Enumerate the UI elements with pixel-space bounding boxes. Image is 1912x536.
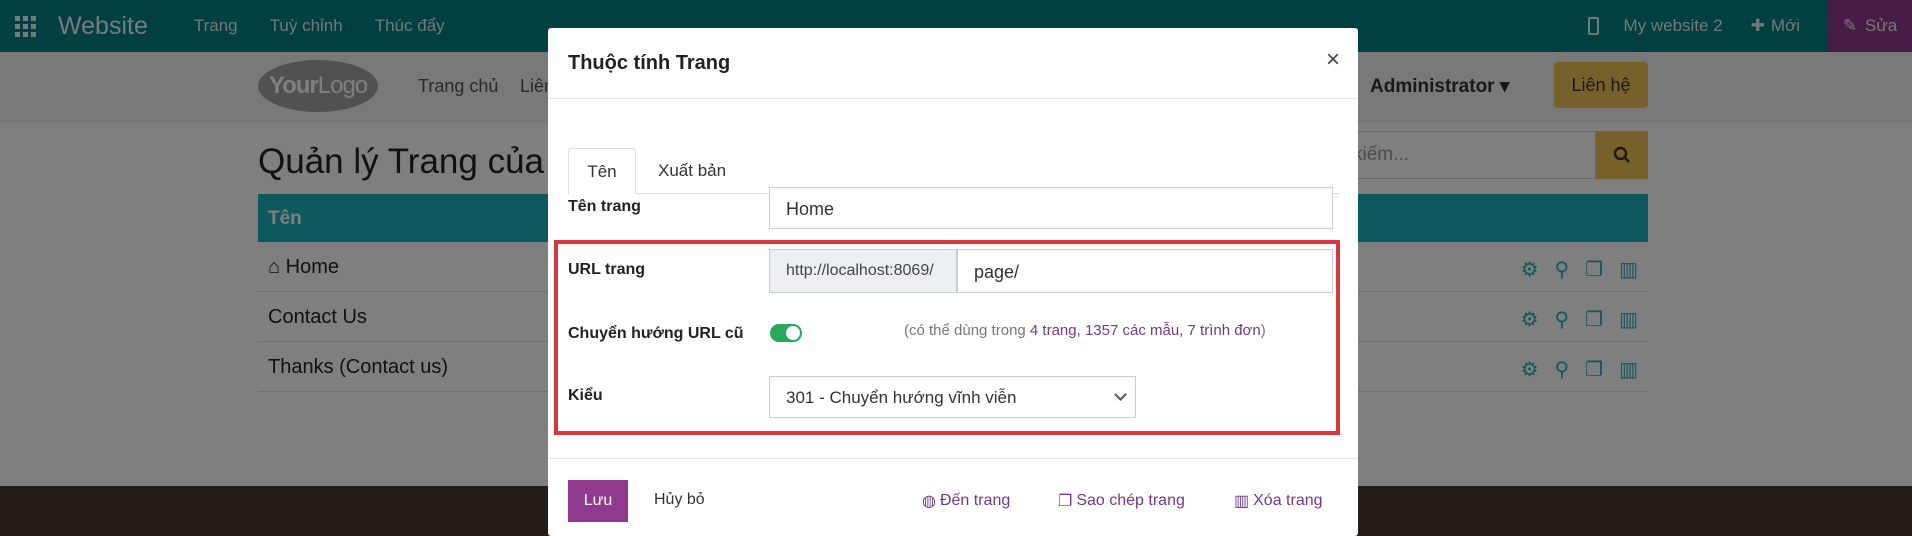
- clone-icon: ❐: [1058, 493, 1073, 510]
- url-prefix: http://localhost:8069/: [769, 249, 957, 293]
- clone-page-link[interactable]: ❐ Sao chép trang: [1058, 491, 1185, 511]
- tab-publish[interactable]: Xuất bản: [636, 148, 748, 195]
- page-name-field[interactable]: Home: [769, 187, 1333, 229]
- dialog-footer-divider: [548, 458, 1358, 459]
- type-label: Kiểu: [568, 387, 603, 404]
- url-label: URL trang: [568, 261, 646, 278]
- redirect-usage-note: (có thể dùng trong 4 trang, 1357 các mẫu…: [904, 322, 1266, 339]
- trash-icon: ▥: [1234, 493, 1250, 510]
- page-properties-dialog: Thuộc tính Trang × Tên Xuất bản Tên tran…: [548, 28, 1358, 536]
- delete-page-link[interactable]: ▥ Xóa trang: [1234, 491, 1323, 511]
- dialog-tabs: Tên Xuất bản: [568, 120, 1340, 195]
- url-field[interactable]: page/: [957, 249, 1333, 293]
- save-button[interactable]: Lưu: [568, 480, 628, 522]
- dialog-title: Thuộc tính Trang: [568, 52, 731, 74]
- redirect-toggle[interactable]: [770, 324, 802, 342]
- globe-icon: ◍: [922, 493, 936, 510]
- close-icon[interactable]: ×: [1326, 46, 1340, 74]
- chevron-down-icon: [1114, 388, 1127, 401]
- goto-page-link[interactable]: ◍ Đến trang: [922, 491, 1010, 511]
- tab-name[interactable]: Tên: [568, 148, 636, 195]
- cancel-button[interactable]: Hủy bỏ: [654, 491, 705, 509]
- page-name-label: Tên trang: [568, 198, 641, 215]
- redirect-type-select[interactable]: 301 - Chuyển hướng vĩnh viễn: [769, 376, 1136, 418]
- redirect-label: Chuyển hướng URL cũ: [568, 325, 744, 342]
- dialog-header-divider: [548, 98, 1358, 99]
- usage-links[interactable]: 4 trang, 1357 các mẫu, 7 trình đơn: [1030, 322, 1261, 339]
